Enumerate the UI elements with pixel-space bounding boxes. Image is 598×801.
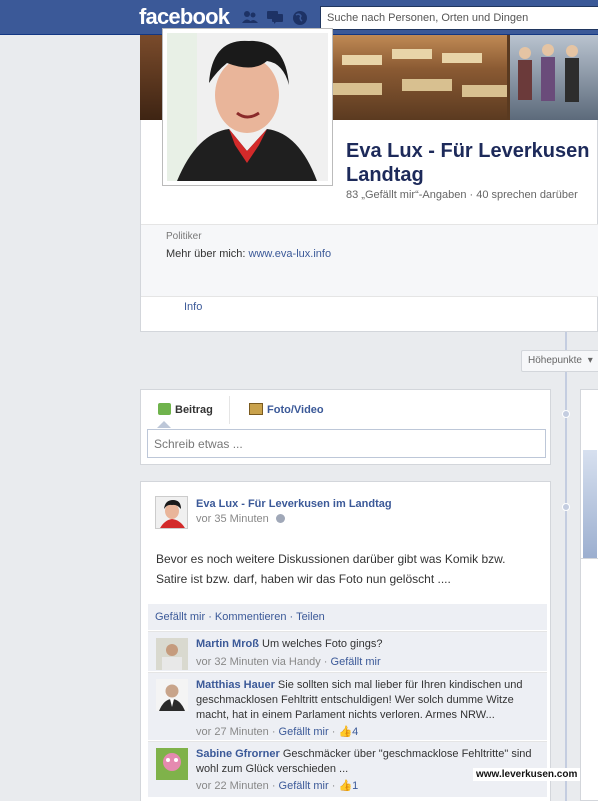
profile-portrait: [167, 33, 328, 181]
comment-time[interactable]: vor 22 Minuten: [196, 780, 269, 792]
post-actions: Gefällt mir · Kommentieren · Teilen: [148, 604, 547, 630]
friend-requests-icon[interactable]: [242, 10, 258, 24]
post-composer: Beitrag Foto/Video Schreib etwas ...: [140, 389, 551, 465]
post-timestamp[interactable]: vor 35 Minuten: [196, 513, 285, 525]
website-link[interactable]: www.eva-lux.info: [249, 248, 332, 260]
comment-item: Martin Mroß Um welches Foto gings? vor 3…: [148, 631, 547, 671]
avatar[interactable]: [155, 496, 188, 529]
comment-like-count[interactable]: 4: [352, 726, 358, 738]
highlights-dropdown[interactable]: Höhepunkte ▾: [521, 350, 598, 372]
avatar[interactable]: [156, 638, 188, 670]
profile-picture[interactable]: [162, 28, 333, 186]
left-gutter: [0, 35, 140, 801]
divider: [141, 296, 598, 297]
tab-photo-video[interactable]: Foto/Video: [249, 403, 324, 416]
comment-meta: vor 27 Minuten · Gefällt mir · 👍4: [196, 726, 359, 738]
thumbs-up-icon[interactable]: 👍: [338, 780, 352, 792]
comment-like-link[interactable]: Gefällt mir: [279, 780, 329, 792]
tab-status[interactable]: Beitrag: [158, 403, 213, 416]
thumbs-up-icon[interactable]: 👍: [338, 726, 352, 738]
cover-segment-people: [510, 35, 598, 120]
cover-segment-parliament: [332, 35, 507, 120]
comment-text: Um welches Foto gings?: [262, 638, 383, 650]
avatar[interactable]: [156, 679, 188, 711]
page-category: Politiker: [166, 231, 202, 242]
timeline-dot: [562, 410, 570, 418]
watermark: www.leverkusen.com: [473, 768, 581, 781]
post-time-text: vor 35 Minuten: [196, 513, 269, 525]
comment-author[interactable]: Martin Mroß: [196, 638, 259, 650]
timeline-dot: [562, 503, 570, 511]
composer-tab-divider: [229, 396, 230, 424]
composer-input[interactable]: Schreib etwas ...: [147, 429, 546, 458]
comment-like-link[interactable]: Gefällt mir: [279, 726, 329, 738]
notifications-globe-icon[interactable]: [292, 10, 308, 25]
comment-body: Matthias Hauer Sie sollten sich mal lieb…: [196, 678, 536, 740]
comment-item: Matthias Hauer Sie sollten sich mal lieb…: [148, 672, 547, 740]
page-title: Eva Lux - Für Leverkusen Landtag: [346, 139, 598, 187]
tab-photo-label: Foto/Video: [267, 404, 324, 416]
search-input[interactable]: Suche nach Personen, Orten und Dingen: [320, 6, 598, 30]
avatar[interactable]: [156, 748, 188, 780]
page-title-line2: Landtag: [346, 164, 424, 186]
comment-meta: vor 32 Minuten via Handy · Gefällt mir: [196, 656, 381, 668]
composer-arrow: [157, 421, 171, 428]
chevron-down-icon: ▾: [587, 355, 593, 366]
about-line: Mehr über mich: www.eva-lux.info: [166, 248, 331, 260]
comment-like-link[interactable]: Gefällt mir: [331, 656, 381, 668]
share-link[interactable]: Teilen: [296, 611, 325, 623]
about-section: [141, 224, 598, 296]
comment-author[interactable]: Matthias Hauer: [196, 679, 275, 691]
photo-icon: [249, 403, 263, 415]
tab-status-label: Beitrag: [175, 404, 213, 416]
page-stats: 83 „Gefällt mir“-Angaben · 40 sprechen d…: [346, 189, 578, 201]
page-title-line1: Eva Lux - Für Leverkusen: [346, 140, 590, 162]
globe-icon: [275, 514, 285, 523]
comment-body: Martin Mroß Um welches Foto gings? vor 3…: [196, 637, 536, 670]
comment-author[interactable]: Sabine Gfrorner: [196, 748, 280, 760]
like-link[interactable]: Gefällt mir: [155, 611, 205, 623]
highlights-label: Höhepunkte: [528, 355, 582, 366]
separator: ·: [208, 611, 215, 623]
comment-meta: vor 22 Minuten · Gefällt mir · 👍1: [196, 780, 359, 792]
comment-time[interactable]: vor 27 Minuten: [196, 726, 269, 738]
comment-time[interactable]: vor 32 Minuten via Handy: [196, 656, 321, 668]
cover-segment-left: [140, 35, 162, 120]
right-column-card: [580, 558, 598, 801]
comment-link[interactable]: Kommentieren: [215, 611, 287, 623]
about-prefix: Mehr über mich:: [166, 248, 249, 260]
tab-info[interactable]: Info: [184, 301, 202, 313]
composer-placeholder: Schreib etwas ...: [154, 437, 243, 451]
search-placeholder: Suche nach Personen, Orten und Dingen: [327, 12, 529, 24]
timeline-spine: [565, 332, 567, 801]
comment-like-count[interactable]: 1: [352, 780, 358, 792]
post-body: Bevor es noch weitere Diskussionen darüb…: [156, 552, 506, 586]
messages-icon[interactable]: [267, 10, 283, 24]
status-icon: [158, 403, 171, 415]
post-author[interactable]: Eva Lux - Für Leverkusen im Landtag: [196, 498, 392, 510]
facebook-logo[interactable]: facebook: [139, 4, 230, 30]
